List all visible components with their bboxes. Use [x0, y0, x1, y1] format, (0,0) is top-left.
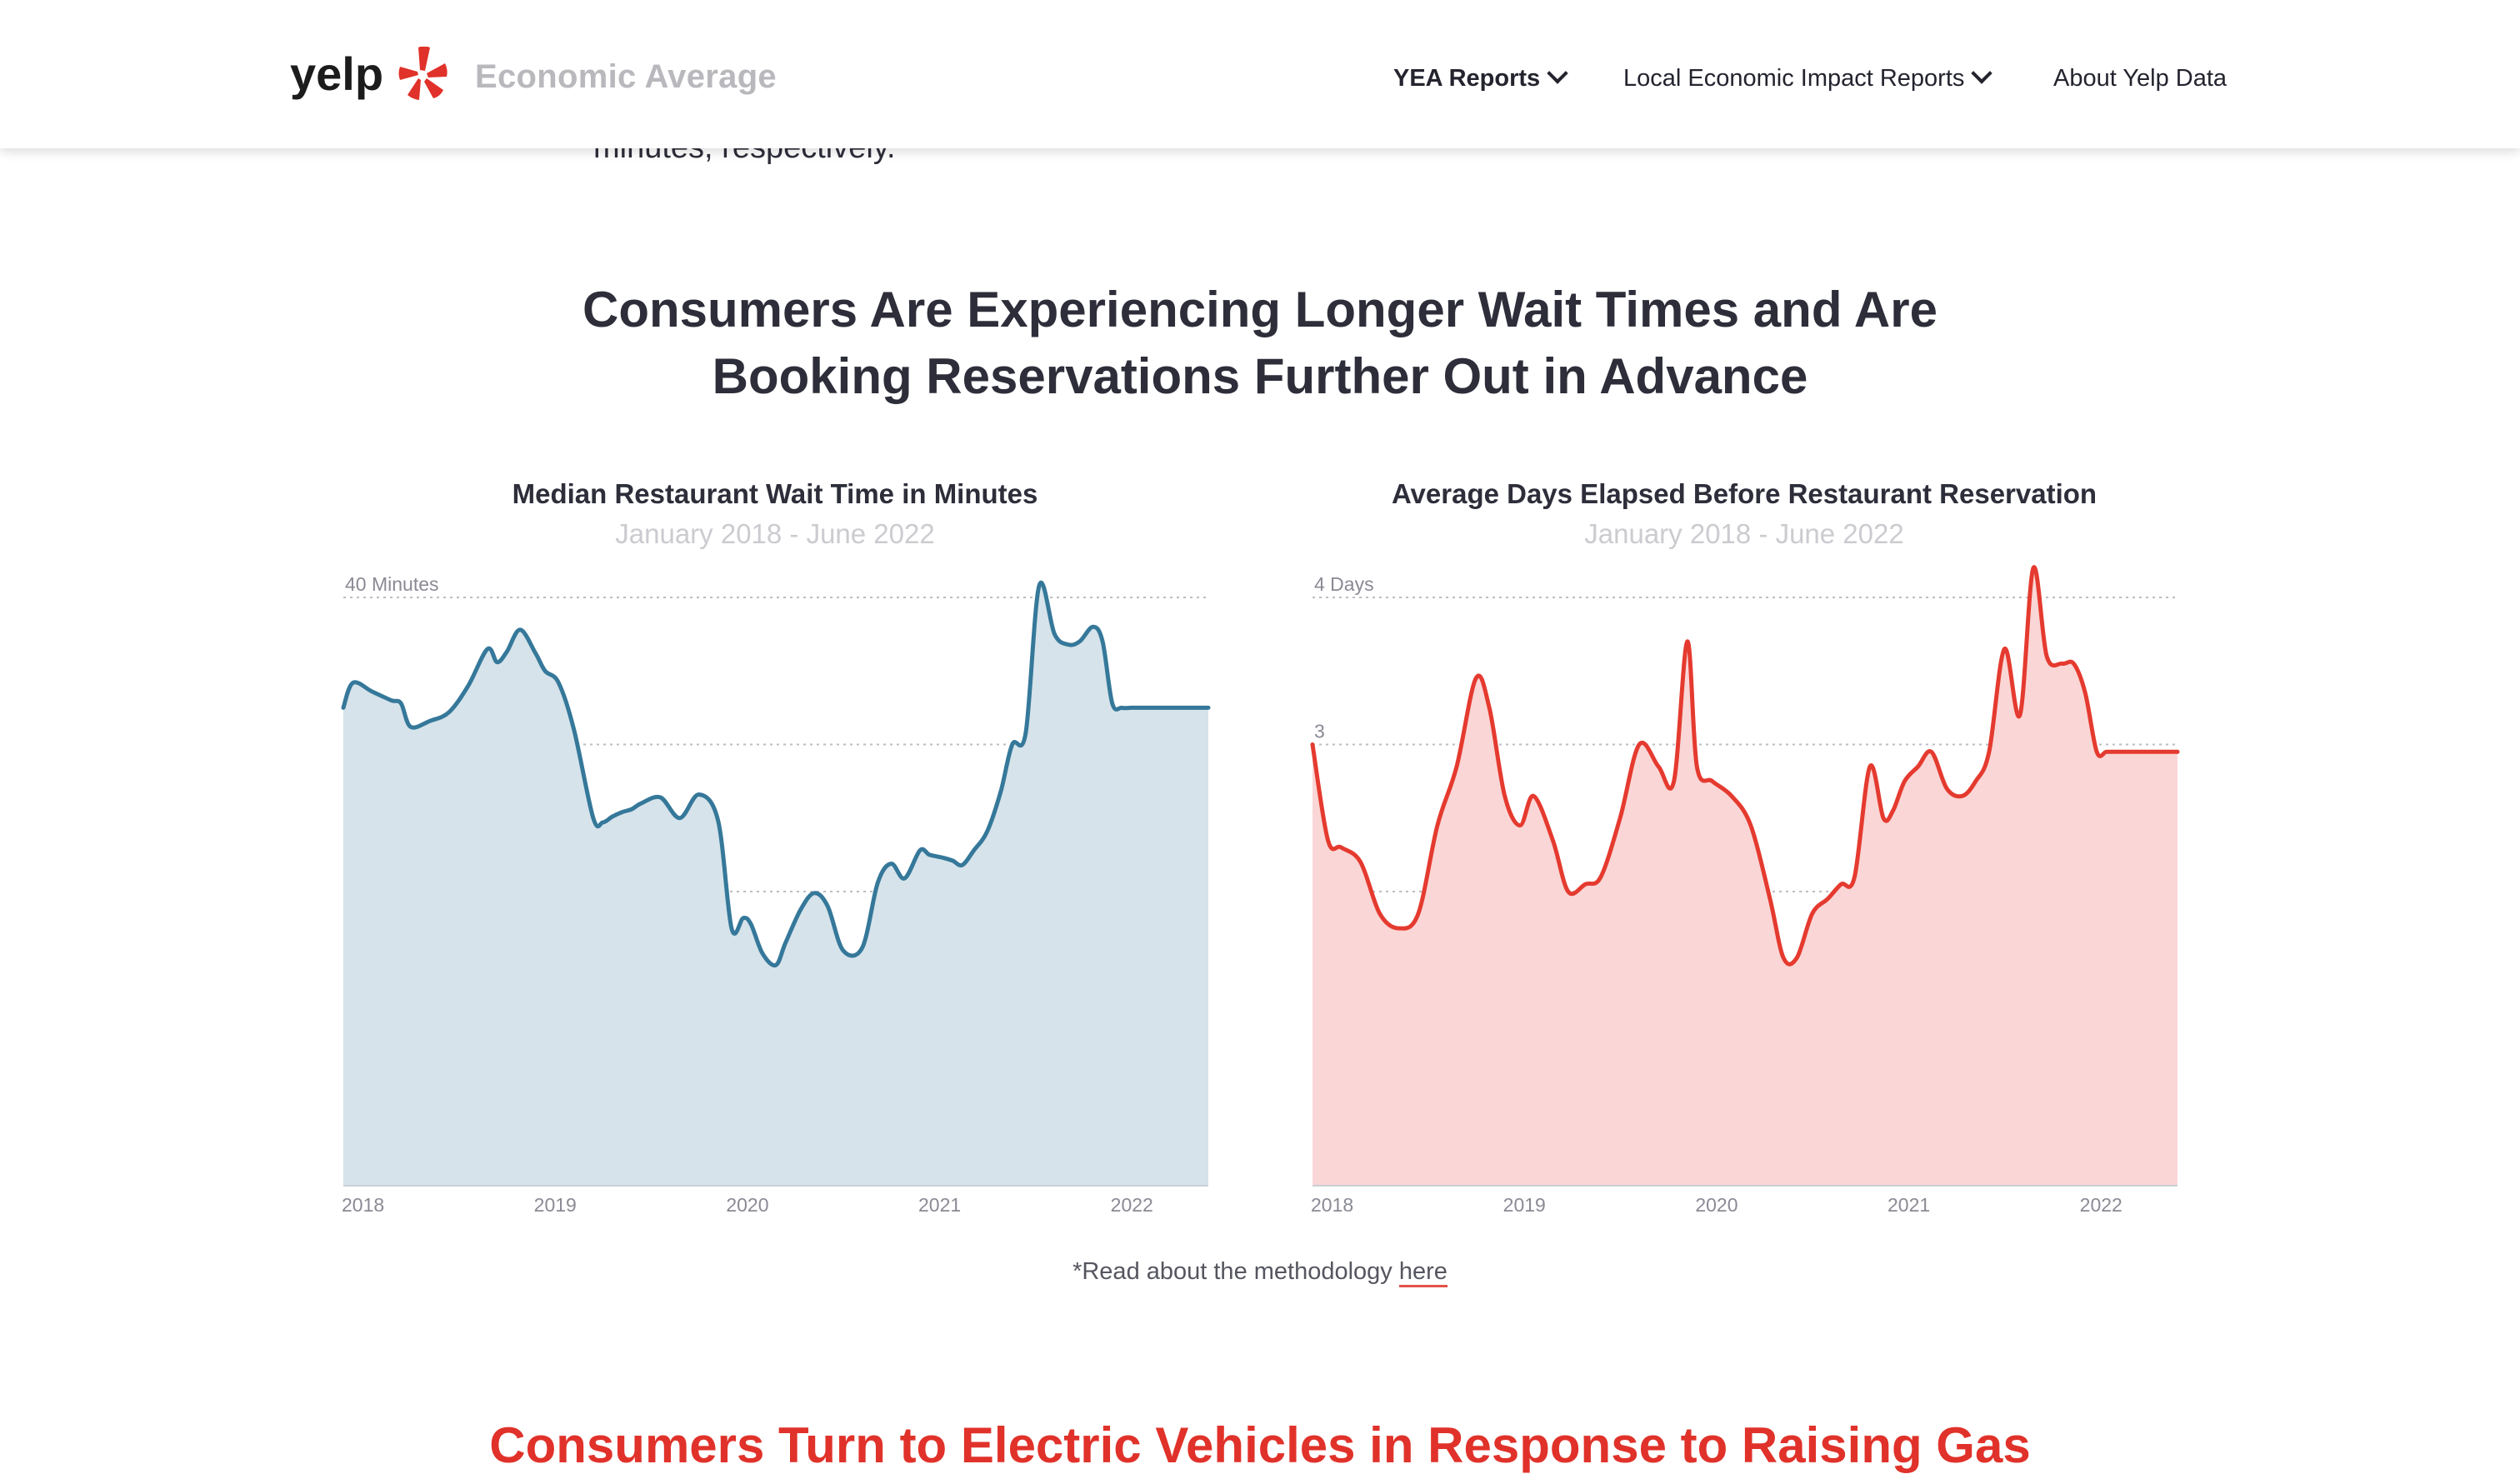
yelp-logo[interactable]: yelp	[290, 47, 448, 108]
wait-time-chart-title: Median Restaurant Wait Time in Minutes	[512, 478, 1038, 509]
nav-about-yelp-data[interactable]: About Yelp Data	[2053, 65, 2227, 92]
x-tick-label: 2020	[1695, 1194, 1738, 1216]
x-tick-label: 2022	[2080, 1194, 2122, 1216]
section-title-line-1: Consumers Are Experiencing Longer Wait T…	[582, 282, 1938, 337]
methodology-link[interactable]: here	[1398, 1258, 1448, 1287]
x-tick-label: 2020	[726, 1194, 768, 1216]
nav-yea-reports[interactable]: YEA Reports	[1393, 62, 1568, 92]
wait-time-chart[interactable]: 010203040 Minutes20182019202020212022	[317, 567, 1267, 1233]
nav-yea-reports-label: YEA Reports	[1393, 65, 1541, 92]
chevron-down-icon	[1547, 62, 1568, 84]
x-tick-label: 2018	[1311, 1194, 1353, 1216]
y-tick-label: 40 Minutes	[345, 573, 439, 595]
x-tick-label: 2019	[534, 1194, 577, 1216]
nav-local-reports-label: Local Economic Impact Reports	[1623, 65, 1965, 92]
x-tick-label: 2021	[1888, 1194, 1930, 1216]
x-tick-label: 2019	[1503, 1194, 1546, 1216]
x-tick-label: 2018	[342, 1194, 384, 1216]
reservation-chart-subtitle: January 2018 - June 2022	[1584, 518, 1904, 549]
y-tick-label: 4 Days	[1314, 573, 1374, 595]
y-tick-label: 3	[1314, 721, 1325, 742]
chevron-down-icon	[1971, 62, 1993, 84]
yelp-logo-wordmark: yelp	[290, 47, 383, 100]
top-navigation-bar: yelp Economic Average YEA Reports Local …	[0, 0, 2520, 148]
reservation-chart[interactable]: 01234 Days20182019202020212022	[1286, 565, 2236, 1233]
x-tick-label: 2021	[918, 1194, 961, 1216]
reservation-chart-title: Average Days Elapsed Before Restaurant R…	[1391, 478, 2098, 509]
wait-time-chart-subtitle: January 2018 - June 2022	[615, 518, 935, 549]
yelp-burst-icon	[398, 47, 448, 100]
next-section-title: Consumers Turn to Electric Vehicles in R…	[489, 1417, 2031, 1473]
section-title-line-2: Booking Reservations Further Out in Adva…	[712, 348, 1808, 404]
methodology-text: *Read about the methodology	[1072, 1258, 1399, 1285]
methodology-note: *Read about the methodology here	[0, 1258, 2520, 1287]
x-tick-label: 2022	[1111, 1194, 1153, 1216]
nav-local-economic-impact-reports[interactable]: Local Economic Impact Reports	[1623, 62, 1993, 92]
nav-about-label: About Yelp Data	[2053, 65, 2228, 92]
brand-subtitle[interactable]: Economic Average	[475, 58, 777, 96]
section-title: Consumers Are Experiencing Longer Wait T…	[427, 277, 2093, 410]
